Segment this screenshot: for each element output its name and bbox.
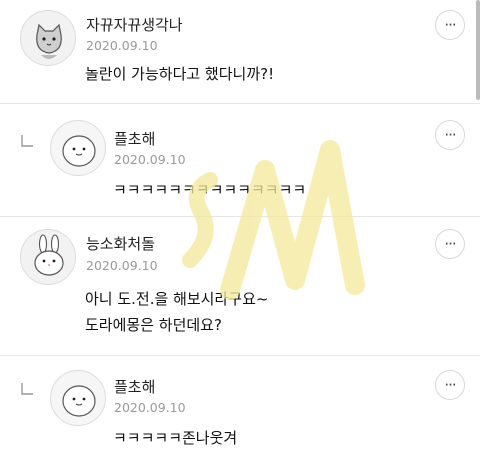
comment-item: 자뀨자뀨생각나 2020.09.10 놀란이 가능하다고 했다니까?! ···	[0, 0, 480, 103]
more-dots-icon: ···	[444, 125, 456, 144]
comment-date: 2020.09.10	[86, 258, 158, 273]
comment-body: 놀란이 가능하다고 했다니까?!	[85, 65, 275, 83]
reply-item: 플초해 2020.09.10 ㅋㅋㅋㅋㅋ존나웃겨 ···	[0, 356, 480, 458]
rabbit-character-icon	[21, 230, 75, 284]
more-options-button[interactable]: ···	[435, 229, 465, 259]
cat-character-icon	[21, 11, 75, 65]
comment-item: 능소화처돌 2020.09.10 아니 도.전.을 해보시라구요~ 도라에몽은 …	[0, 217, 480, 354]
more-options-button[interactable]: ···	[435, 370, 465, 400]
more-dots-icon: ···	[444, 234, 456, 253]
more-dots-icon: ···	[444, 15, 456, 34]
avatar[interactable]	[20, 229, 76, 285]
comment-username[interactable]: 플초해	[114, 128, 155, 149]
avatar[interactable]	[20, 10, 76, 66]
comment-username[interactable]: 자뀨자뀨생각나	[86, 14, 183, 35]
comment-date: 2020.09.10	[114, 152, 186, 167]
comment-body-line: 아니 도.전.을 해보시라구요~	[85, 290, 269, 308]
smiley-character-icon	[51, 371, 105, 425]
comment-body: ㅋㅋㅋㅋㅋ존나웃겨	[113, 429, 238, 447]
smiley-character-icon	[51, 121, 105, 175]
comment-date: 2020.09.10	[114, 400, 186, 415]
reply-arrow-icon	[21, 383, 33, 395]
avatar[interactable]	[50, 120, 106, 176]
comment-body: ㅋㅋㅋㅋㅋㅋㅋㅋㅋㅋㅋㅋㅋㅋ	[113, 181, 307, 199]
reply-arrow-icon	[21, 135, 33, 147]
more-dots-icon: ···	[444, 375, 456, 394]
comment-date: 2020.09.10	[86, 38, 158, 53]
more-options-button[interactable]: ···	[435, 10, 465, 40]
comment-username[interactable]: 능소화처돌	[86, 233, 155, 254]
reply-item: 플초해 2020.09.10 ㅋㅋㅋㅋㅋㅋㅋㅋㅋㅋㅋㅋㅋㅋ ···	[0, 104, 480, 215]
more-options-button[interactable]: ···	[435, 120, 465, 150]
comment-body-line: 도라에몽은 하던데요?	[85, 316, 222, 334]
avatar[interactable]	[50, 370, 106, 426]
comment-username[interactable]: 플초해	[114, 376, 155, 397]
